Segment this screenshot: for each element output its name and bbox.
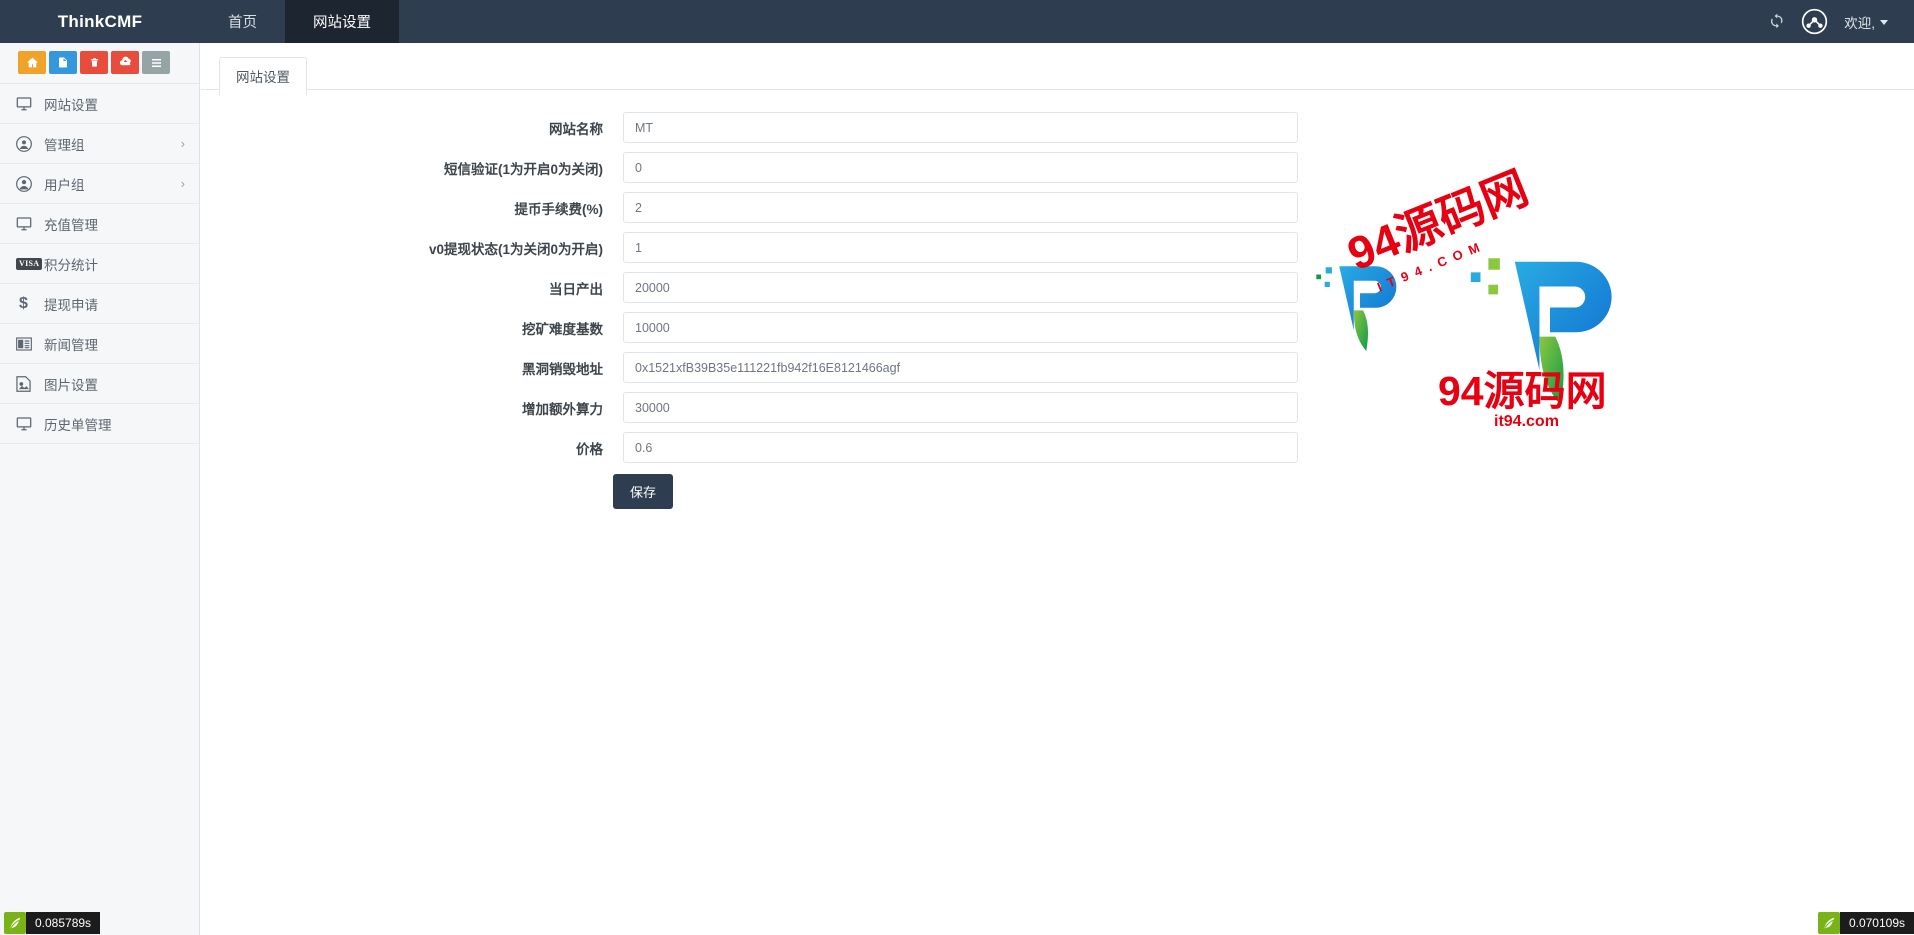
form-row: 黑洞销毁地址: [201, 352, 1914, 383]
field-label: v0提现状态(1为关闭0为开启): [428, 241, 603, 257]
home-quick-button[interactable]: [18, 51, 46, 74]
sidebar-item-label: 充值管理: [44, 217, 98, 233]
daily-output-input[interactable]: [623, 272, 1298, 303]
form-row: v0提现状态(1为关闭0为开启): [201, 232, 1914, 263]
list-quick-button[interactable]: [142, 51, 170, 74]
field-label: 黑洞销毁地址: [522, 361, 603, 377]
debug-bar-right[interactable]: 0.070109s: [1817, 911, 1914, 935]
topbar-right-actions: 欢迎,: [1768, 0, 1914, 43]
form-row: 提币手续费(%): [201, 192, 1914, 223]
site-settings-form: 网站名称 短信验证(1为开启0为关闭) 提币手续费(%) v0提现状态(1为关闭…: [201, 90, 1914, 509]
site-name-input[interactable]: [623, 112, 1298, 143]
top-navbar: ThinkCMF 首页 网站设置 欢迎,: [0, 0, 1914, 43]
main-content: 网站设置 网站名称 短信验证(1为开启0为关闭) 提币手续费(%) v0提现状态…: [201, 43, 1914, 935]
sidebar-item-label: 图片设置: [44, 377, 98, 393]
save-button[interactable]: 保存: [613, 474, 674, 509]
thinkphp-leaf-icon: [1817, 912, 1840, 934]
form-row: 挖矿难度基数: [201, 312, 1914, 343]
mining-difficulty-input[interactable]: [623, 312, 1298, 343]
sidebar-item-label: 管理组: [44, 137, 85, 153]
sidebar-item-label: 网站设置: [44, 97, 98, 113]
sidebar-item-label: 新闻管理: [44, 337, 98, 353]
field-label: 挖矿难度基数: [522, 321, 603, 337]
news-icon: [16, 336, 38, 351]
file-quick-button[interactable]: [49, 51, 77, 74]
burn-address-input[interactable]: [623, 352, 1298, 383]
dollar-icon: $: [19, 294, 28, 312]
sidebar-item-label: 用户组: [44, 177, 85, 193]
tab-site-settings[interactable]: 网站设置: [219, 57, 307, 96]
form-row: 价格: [201, 432, 1914, 463]
monitor-icon: [16, 216, 38, 231]
sms-verify-input[interactable]: [623, 152, 1298, 183]
welcome-label: 欢迎,: [1844, 15, 1875, 31]
avatar-icon[interactable]: [1801, 8, 1828, 35]
chevron-down-icon: [1880, 20, 1888, 25]
sidebar-item-recharge[interactable]: 充值管理: [0, 204, 199, 244]
form-actions: 保存: [201, 474, 1914, 509]
monitor-icon: [16, 416, 38, 431]
sidebar-item-admin-group[interactable]: 管理组 ›: [0, 124, 199, 164]
content-tabs: 网站设置: [201, 43, 1914, 96]
sidebar-quick-actions: [0, 43, 199, 84]
price-input[interactable]: [623, 432, 1298, 463]
form-row: 增加额外算力: [201, 392, 1914, 423]
chevron-right-icon: ›: [180, 176, 185, 191]
extra-hashrate-input[interactable]: [623, 392, 1298, 423]
chevron-right-icon: ›: [180, 136, 185, 151]
debug-time-right: 0.070109s: [1839, 912, 1914, 934]
brand-logo[interactable]: ThinkCMF: [0, 0, 200, 43]
trash-quick-button[interactable]: [80, 51, 108, 74]
sidebar-item-image-settings[interactable]: 图片设置: [0, 364, 199, 404]
user-badge-icon: [16, 135, 38, 152]
thinkphp-leaf-icon: [4, 912, 26, 934]
sidebar-item-withdraw-request[interactable]: $ 提现申请: [0, 284, 199, 324]
refresh-icon[interactable]: [1768, 13, 1785, 30]
field-label: 增加额外算力: [522, 401, 603, 417]
user-circle-icon: [16, 175, 38, 192]
form-row: 当日产出: [201, 272, 1914, 303]
field-label: 提币手续费(%): [514, 201, 604, 217]
visa-icon: VISA: [16, 257, 43, 270]
sidebar-item-label: 积分统计: [44, 257, 98, 273]
image-icon: [16, 375, 38, 392]
cache-quick-button[interactable]: [111, 51, 139, 74]
sidebar-item-label: 历史单管理: [44, 417, 112, 433]
sidebar: 网站设置 管理组 › 用户组 › 充值管理 VISA 积分统计 $ 提现申请 新…: [0, 43, 200, 935]
nav-item-site-settings[interactable]: 网站设置: [285, 0, 399, 43]
debug-time-left: 0.085789s: [26, 912, 101, 934]
withdraw-fee-input[interactable]: [623, 192, 1298, 223]
user-menu[interactable]: 欢迎,: [1844, 12, 1888, 32]
form-row: 短信验证(1为开启0为关闭): [201, 152, 1914, 183]
sidebar-item-site-settings[interactable]: 网站设置: [0, 84, 199, 124]
field-label: 短信验证(1为开启0为关闭): [443, 161, 603, 177]
sidebar-item-user-group[interactable]: 用户组 ›: [0, 164, 199, 204]
debug-bar-left[interactable]: 0.085789s: [4, 911, 101, 935]
monitor-icon: [16, 96, 38, 111]
sidebar-item-points-stats[interactable]: VISA 积分统计: [0, 244, 199, 284]
field-label: 当日产出: [549, 281, 603, 297]
v0-withdraw-status-input[interactable]: [623, 232, 1298, 263]
field-label: 网站名称: [549, 121, 603, 137]
sidebar-item-history-orders[interactable]: 历史单管理: [0, 404, 199, 444]
sidebar-item-label: 提现申请: [44, 297, 98, 313]
sidebar-item-news[interactable]: 新闻管理: [0, 324, 199, 364]
nav-item-home[interactable]: 首页: [200, 0, 285, 43]
form-row: 网站名称: [201, 112, 1914, 143]
field-label: 价格: [576, 441, 603, 457]
